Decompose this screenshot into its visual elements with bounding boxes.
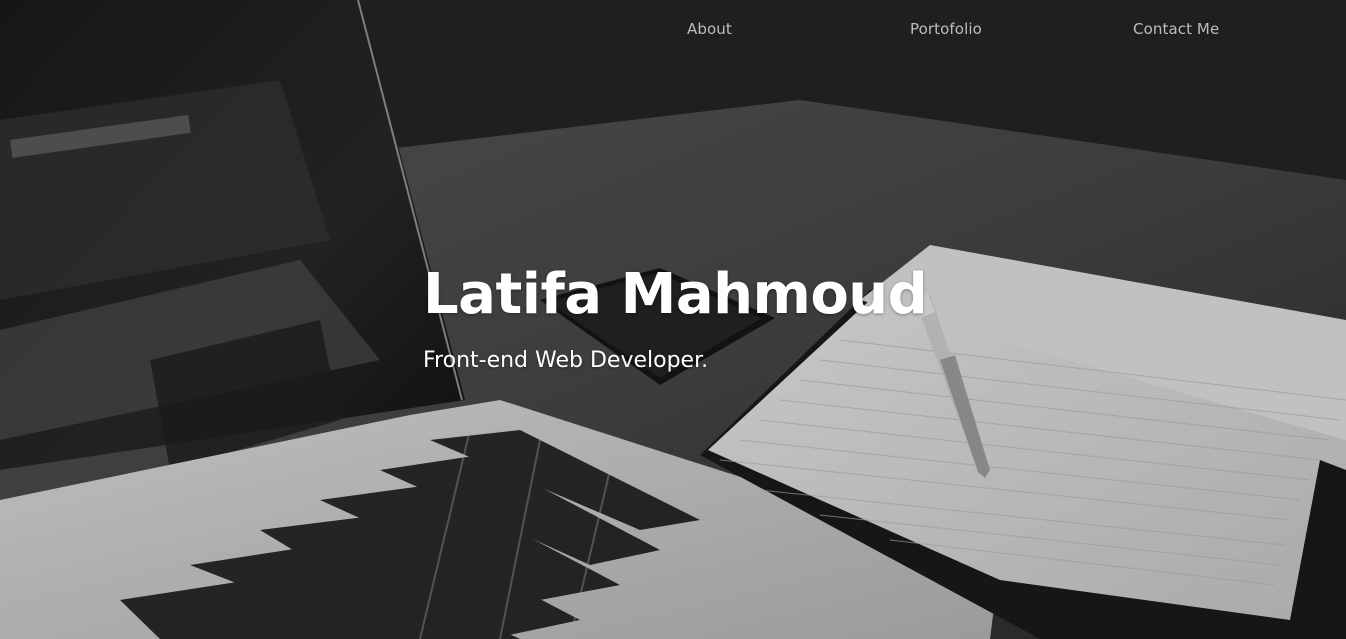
nav-link-about[interactable]: About — [687, 20, 732, 38]
hero-title: Latifa Mahmoud — [423, 262, 928, 327]
top-navigation: About Portofolio Contact Me — [0, 20, 1346, 44]
nav-link-portfolio[interactable]: Portofolio — [910, 20, 982, 38]
nav-link-contact[interactable]: Contact Me — [1133, 20, 1219, 38]
hero-subtitle: Front-end Web Developer. — [423, 348, 709, 373]
